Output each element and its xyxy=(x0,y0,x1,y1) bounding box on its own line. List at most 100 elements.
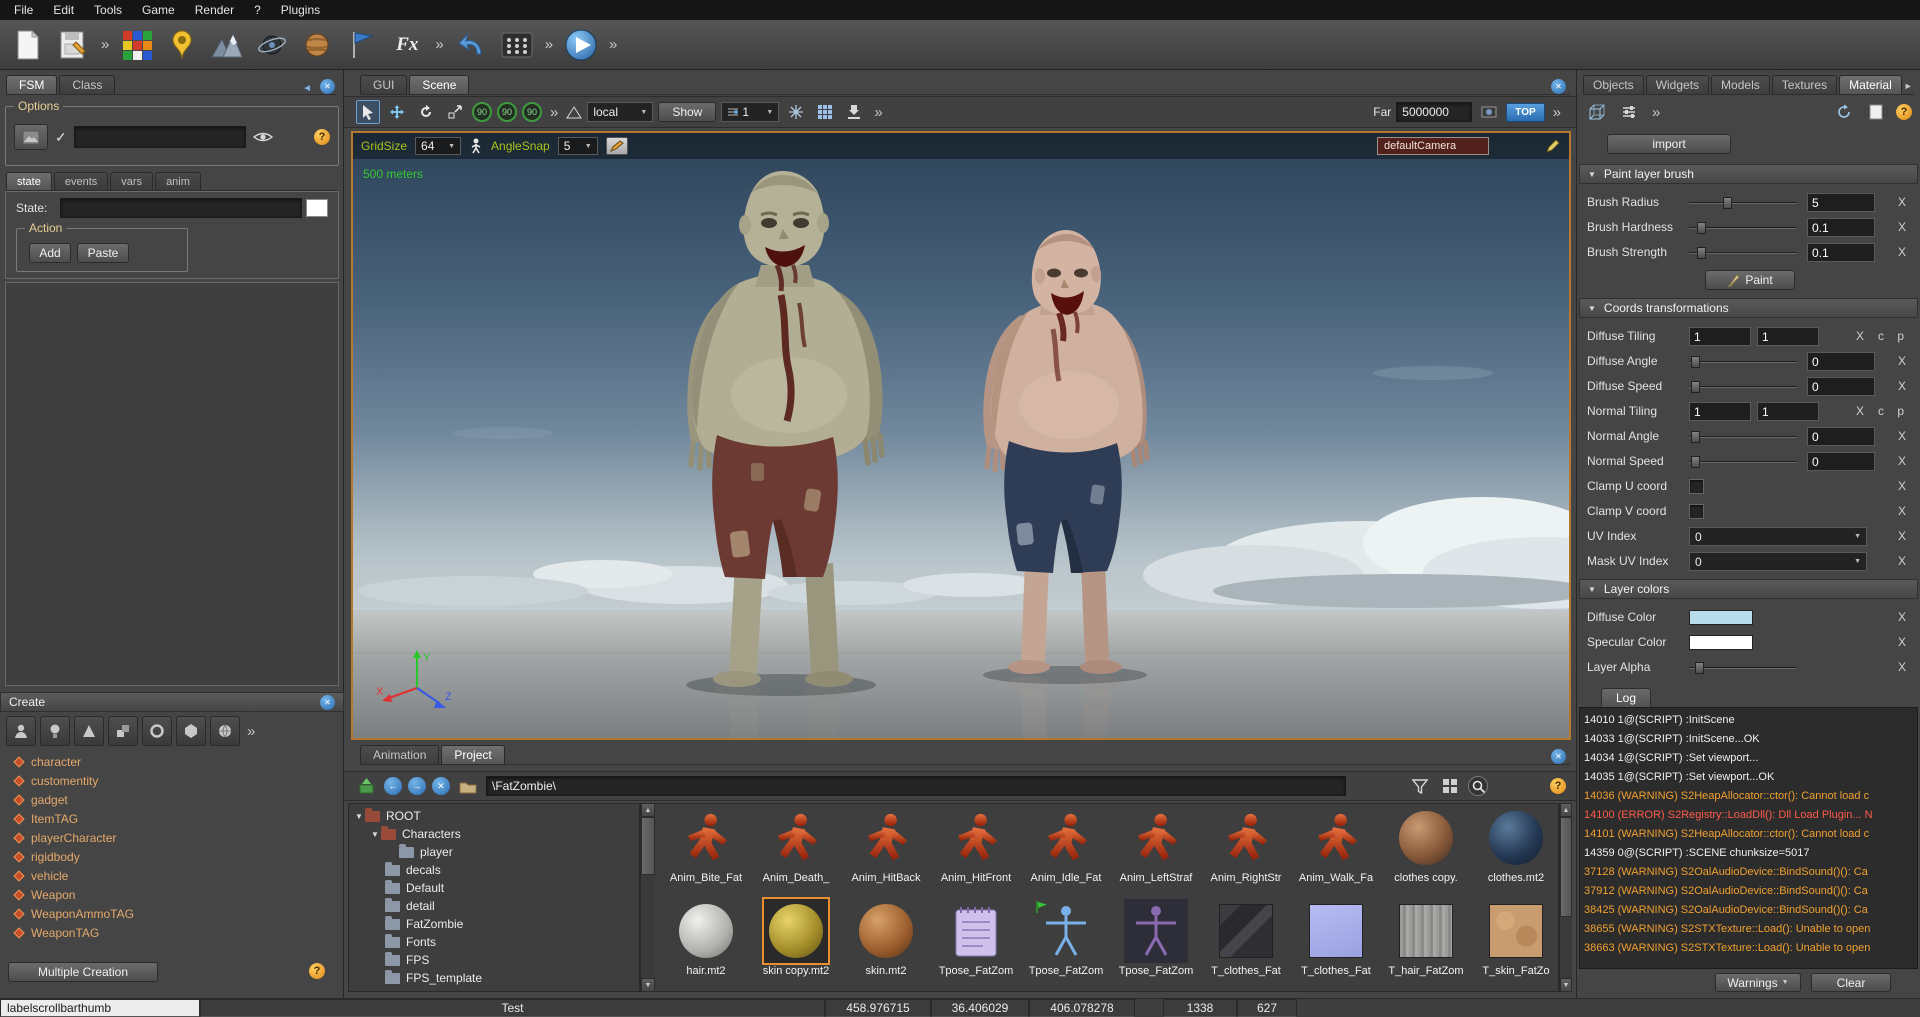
menu-tools[interactable]: Tools xyxy=(84,1,132,19)
expand-tabs-icon[interactable]: ► xyxy=(1904,81,1917,94)
close-browser-icon[interactable]: ✕ xyxy=(1551,749,1566,764)
asset-clothes[interactable]: clothes.mt2 xyxy=(1471,806,1559,899)
tree-item-default[interactable]: Default xyxy=(349,879,639,897)
tree-expander-icon[interactable]: ▼ xyxy=(369,830,381,839)
create-light-button[interactable] xyxy=(40,716,70,746)
tree-item-characters[interactable]: ▼Characters xyxy=(349,825,639,843)
physics-button[interactable] xyxy=(252,25,292,65)
options-help-icon[interactable]: ? xyxy=(314,129,330,145)
diffuse-angle-value[interactable]: 0 xyxy=(1807,352,1875,371)
state-color-swatch[interactable] xyxy=(306,199,328,217)
more-camera-tools-icon[interactable]: » xyxy=(1550,104,1564,121)
fsm-state-list[interactable] xyxy=(5,282,339,686)
normal-tiling-u-input[interactable]: 1 xyxy=(1689,402,1751,421)
add-button[interactable]: Add xyxy=(29,243,71,263)
more-transform-icon[interactable]: » xyxy=(547,104,561,121)
forward-button[interactable]: → xyxy=(408,777,426,795)
reset-button[interactable]: X xyxy=(1898,554,1906,568)
material-help-icon[interactable]: ? xyxy=(1896,104,1912,120)
subtab-events[interactable]: events xyxy=(54,172,108,190)
entity-cube-button[interactable] xyxy=(117,25,157,65)
tree-item-fatzombie[interactable]: FatZombie xyxy=(349,915,639,933)
create-tag-button[interactable] xyxy=(176,716,206,746)
coord-space-dropdown[interactable]: local ▼ xyxy=(587,102,653,122)
top-view-button[interactable]: TOP xyxy=(1506,103,1544,122)
gridsize-dropdown[interactable]: 64 ▼ xyxy=(415,137,461,155)
more-file-tools-icon[interactable]: » xyxy=(98,36,112,53)
list-item-weaponammotag[interactable]: WeaponAmmoTAG xyxy=(5,904,339,923)
scroll-down-icon[interactable]: ▼ xyxy=(1560,978,1572,992)
asset-tpose-notes[interactable]: Tpose_FatZom xyxy=(931,899,1021,992)
rotate-x-90-button[interactable]: 90 xyxy=(472,102,492,122)
asset-skin[interactable]: skin.mt2 xyxy=(841,899,931,992)
add-asset-button[interactable] xyxy=(354,774,378,798)
list-item-weapon[interactable]: Weapon xyxy=(5,885,339,904)
path-input[interactable]: \FatZombie\ xyxy=(486,776,1346,796)
subtab-anim[interactable]: anim xyxy=(155,172,201,190)
rotate-z-90-button[interactable]: 90 xyxy=(522,102,542,122)
reset-button[interactable]: X xyxy=(1898,504,1906,518)
tree-item-decals[interactable]: decals xyxy=(349,861,639,879)
clear-log-button[interactable]: Clear xyxy=(1811,973,1891,992)
brush-hardness-slider[interactable] xyxy=(1689,221,1797,235)
asset-texture-hair[interactable]: T_hair_FatZom xyxy=(1381,899,1471,992)
reset-button[interactable]: X xyxy=(1898,635,1906,649)
warnings-filter-button[interactable]: Warnings ▼ xyxy=(1715,973,1801,992)
material-preview-button[interactable] xyxy=(1585,100,1609,124)
layer-dropdown[interactable]: 1 ▼ xyxy=(721,102,779,122)
close-scene-icon[interactable]: ✕ xyxy=(1551,79,1566,94)
tab-objects[interactable]: Objects xyxy=(1583,75,1644,94)
filter-button[interactable] xyxy=(1408,774,1432,798)
more-edit-tools-icon[interactable]: » xyxy=(542,36,556,53)
normal-speed-value[interactable]: 0 xyxy=(1807,452,1875,471)
close-panel-icon[interactable]: ✕ xyxy=(320,79,335,94)
normal-tiling-v-input[interactable]: 1 xyxy=(1757,402,1819,421)
brush-strength-slider[interactable] xyxy=(1689,246,1797,260)
tree-scrollbar[interactable]: ▲ ▼ xyxy=(640,803,655,992)
rotate-tool-button[interactable] xyxy=(414,100,438,124)
diffuse-tiling-u-input[interactable]: 1 xyxy=(1689,327,1751,346)
create-sphere-button[interactable] xyxy=(210,716,240,746)
tab-widgets[interactable]: Widgets xyxy=(1646,75,1709,94)
drop-to-ground-button[interactable] xyxy=(842,100,866,124)
state-input[interactable] xyxy=(60,198,302,218)
terrain-button[interactable] xyxy=(207,25,247,65)
menu-game[interactable]: Game xyxy=(132,1,185,19)
scroll-thumb[interactable] xyxy=(1560,817,1572,917)
options-text-input[interactable] xyxy=(74,126,246,148)
grid-toggle-button[interactable] xyxy=(813,100,837,124)
more-create-tools-icon[interactable]: » xyxy=(432,36,446,53)
back-button[interactable]: ← xyxy=(384,777,402,795)
list-item-weapontag[interactable]: WeaponTAG xyxy=(5,923,339,942)
play-button[interactable] xyxy=(561,25,601,65)
eye-icon[interactable] xyxy=(253,130,273,144)
asset-tpose-model[interactable]: Tpose_FatZom xyxy=(1021,899,1111,992)
edit-camera-icon[interactable] xyxy=(1545,138,1561,154)
more-view-tools-icon[interactable]: » xyxy=(871,104,885,121)
asset-anim-hitfront[interactable]: Anim_HitFront xyxy=(931,806,1021,899)
tab-models[interactable]: Models xyxy=(1711,75,1770,94)
list-item-itemtag[interactable]: ItemTAG xyxy=(5,809,339,828)
menu-render[interactable]: Render xyxy=(185,1,244,19)
matrix-button[interactable] xyxy=(497,25,537,65)
tree-item-player[interactable]: player xyxy=(349,843,639,861)
refresh-material-button[interactable] xyxy=(1832,100,1856,124)
far-clip-input[interactable]: 5000000 xyxy=(1396,102,1472,122)
paint-button[interactable]: Paint xyxy=(1705,270,1795,290)
move-tool-button[interactable] xyxy=(385,100,409,124)
reset-button[interactable]: X xyxy=(1898,245,1906,259)
paste-button[interactable]: p xyxy=(1897,404,1904,418)
tab-gui[interactable]: GUI xyxy=(360,75,407,94)
multiple-creation-button[interactable]: Multiple Creation xyxy=(8,962,158,982)
list-item-playercharacter[interactable]: playerCharacter xyxy=(5,828,339,847)
asset-texture-clothes-normal[interactable]: T_clothes_Fat xyxy=(1291,899,1381,992)
scroll-up-icon[interactable]: ▲ xyxy=(641,803,655,817)
list-item-customentity[interactable]: customentity xyxy=(5,771,339,790)
normal-speed-slider[interactable] xyxy=(1689,455,1797,469)
active-camera-box[interactable]: defaultCamera xyxy=(1377,137,1489,155)
reset-button[interactable]: X xyxy=(1898,529,1906,543)
tree-expander-icon[interactable]: ▼ xyxy=(353,812,365,821)
options-image-button[interactable] xyxy=(14,124,48,150)
new-material-button[interactable] xyxy=(1864,100,1888,124)
tab-fsm[interactable]: FSM xyxy=(6,75,57,94)
